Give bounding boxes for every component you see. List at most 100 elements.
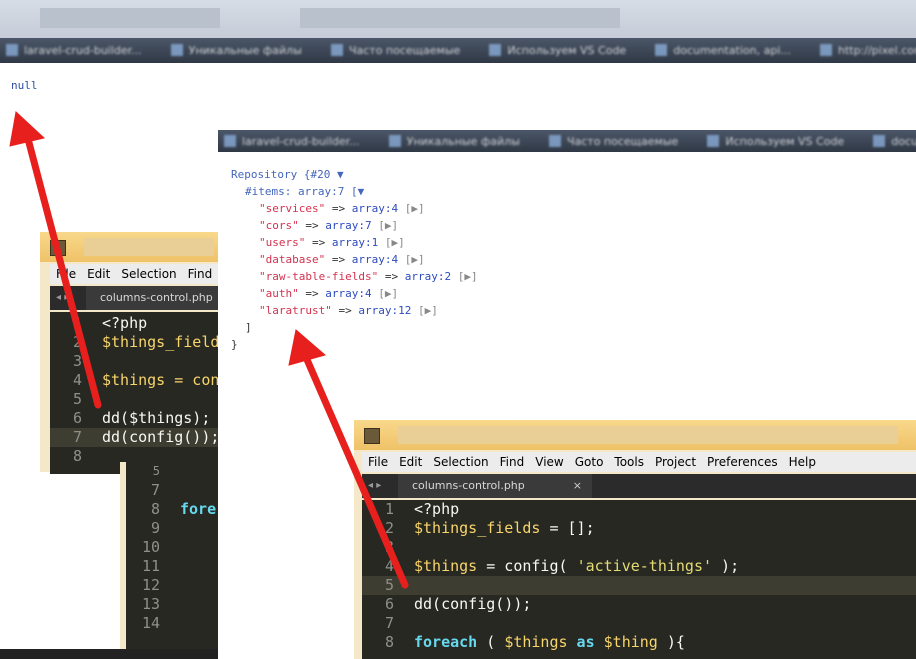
line-number: 8 [72, 447, 82, 465]
tab-bar: ◂ ▸ columns-control.php [50, 286, 244, 310]
bookmark-item[interactable]: laravel-crud-builder... [0, 38, 142, 63]
menu-project[interactable]: Project [655, 452, 696, 472]
code-line: $things = config( 'active-things' ); [414, 557, 740, 575]
code-line: $things = con [102, 371, 220, 389]
bookmark-icon [6, 44, 18, 56]
tab-nav-arrows[interactable]: ◂ ▸ [56, 286, 69, 310]
code-line: $things_field [102, 333, 220, 351]
line-number: 7 [384, 614, 394, 632]
var-dump: Repository {#20 ▼ #items: array:7 [▼ "se… [231, 166, 478, 353]
bookmarks-bar: laravel-crud-builder... Уникальные файлы… [0, 38, 916, 63]
menu-selection[interactable]: Selection [121, 264, 176, 284]
menu-bar: File Edit Selection Find View Goto Tools Projec… [362, 452, 916, 472]
line-number: 2 [384, 519, 394, 537]
bookmark-item[interactable]: documentation, api... [649, 38, 791, 63]
line-number: 12 [141, 576, 160, 594]
line-number: 14 [141, 614, 160, 632]
menu-preferences[interactable]: Preferences [707, 452, 778, 472]
app-icon [50, 240, 66, 256]
tab-nav-arrows[interactable]: ◂ ▸ [368, 474, 381, 498]
line-number: 1 [72, 314, 82, 332]
dump-close-brace: } [231, 338, 238, 351]
line-number: 4 [384, 557, 394, 575]
bookmark-icon [707, 135, 720, 147]
menu-goto[interactable]: Goto [575, 452, 604, 472]
menu-file[interactable]: File [368, 452, 388, 472]
line-number: 5 [152, 464, 160, 478]
editor-window-middle: 5 7 8 9 10 11 12 13 14 fore [120, 462, 230, 659]
blurred-address-bar[interactable] [300, 8, 620, 28]
line-number: 3 [384, 538, 394, 556]
line-number: 6 [72, 409, 82, 427]
line-number: 3 [72, 352, 82, 370]
bookmark-item[interactable]: Часто посещаемые [543, 131, 678, 152]
line-gutter: 5 7 8 9 10 11 12 13 14 [126, 462, 170, 659]
dump-close-bracket: ] [245, 321, 252, 334]
editor-window-front: File Edit Selection Find View Goto Tools Projec… [354, 420, 916, 659]
code-area[interactable]: <?php $things_fields = []; $things = con… [402, 500, 916, 659]
code-line: dd($things); [102, 409, 211, 427]
dump-items-line[interactable]: #items: array:7 [▼ [231, 183, 478, 200]
bookmark-icon [489, 44, 502, 56]
line-number: 11 [141, 557, 160, 575]
menu-view[interactable]: View [535, 452, 563, 472]
bookmark-icon [819, 44, 832, 56]
code-line: foreach ( $things as $thing ){ [414, 633, 685, 651]
tab-bar: ◂ ▸ columns-control.php × [362, 474, 916, 498]
editor-window-back: File Edit Selection Find ◂ ▸ columns-contro… [40, 232, 244, 474]
bookmark-item[interactable]: Используем VS Code [483, 38, 626, 63]
line-number: 6 [384, 595, 394, 613]
bookmark-item[interactable]: Уникальные файлы [165, 38, 302, 63]
bookmarks-bar: laravel-crud-builder... Уникальные файлы… [218, 130, 916, 152]
line-number: 1 [384, 500, 394, 518]
line-gutter: 1 2 3 4 5 6 7 8 [50, 312, 90, 474]
menu-tools[interactable]: Tools [614, 452, 644, 472]
menu-find[interactable]: Find [500, 452, 525, 472]
bookmark-icon [224, 135, 236, 147]
code-line: dd(config()); [90, 428, 230, 447]
menu-edit[interactable]: Edit [87, 264, 110, 284]
bookmark-icon [330, 44, 343, 56]
blurred-title [84, 238, 214, 256]
dump-item[interactable]: "laratrust" => array:12 [▶] [231, 302, 478, 319]
tab-columns-control[interactable]: columns-control.php × [398, 474, 592, 498]
bookmark-item[interactable]: Часто посещаемые [325, 38, 460, 63]
menu-selection[interactable]: Selection [433, 452, 488, 472]
line-number: 10 [141, 538, 160, 556]
bookmark-icon [170, 44, 183, 56]
code-area[interactable]: <?php $things_field $things = con dd($th… [90, 312, 230, 474]
bookmark-item[interactable]: documentation, api... [867, 131, 916, 152]
code-line: <?php [102, 314, 148, 332]
dump-class-line[interactable]: Repository {#20 ▼ [231, 166, 478, 183]
bookmark-item[interactable]: laravel-crud-builder... [218, 131, 360, 152]
code-line-current [402, 576, 916, 595]
line-number: 9 [150, 519, 160, 537]
line-number: 2 [72, 333, 82, 351]
bookmark-item[interactable]: Уникальные файлы [383, 131, 520, 152]
dump-item[interactable]: "cors" => array:7 [▶] [231, 217, 478, 234]
menu-file[interactable]: File [56, 264, 76, 284]
line-number: 5 [362, 576, 402, 595]
line-number: 8 [384, 633, 394, 651]
code-line: <?php [414, 500, 460, 518]
menu-find[interactable]: Find [188, 264, 213, 284]
window-title-bar [354, 420, 916, 450]
browser-toolbar [0, 0, 916, 38]
line-number: 4 [72, 371, 82, 389]
menu-edit[interactable]: Edit [399, 452, 422, 472]
bookmark-item[interactable]: Используем VS Code [701, 131, 844, 152]
dump-item[interactable]: "raw-table-fields" => array:2 [▶] [231, 268, 478, 285]
dump-item[interactable]: "database" => array:4 [▶] [231, 251, 478, 268]
line-number: 5 [72, 390, 82, 408]
dump-item[interactable]: "users" => array:1 [▶] [231, 234, 478, 251]
bookmark-item[interactable]: http://pixel.com/ru [814, 38, 916, 63]
menu-help[interactable]: Help [789, 452, 816, 472]
dump-item[interactable]: "auth" => array:4 [▶] [231, 285, 478, 302]
code-line: $things_fields = []; [414, 519, 595, 537]
close-icon[interactable]: × [573, 474, 582, 498]
line-number: 7 [150, 481, 160, 499]
line-gutter: 1 2 3 4 5 6 7 8 [362, 500, 402, 659]
dump-item[interactable]: "services" => array:4 [▶] [231, 200, 478, 217]
